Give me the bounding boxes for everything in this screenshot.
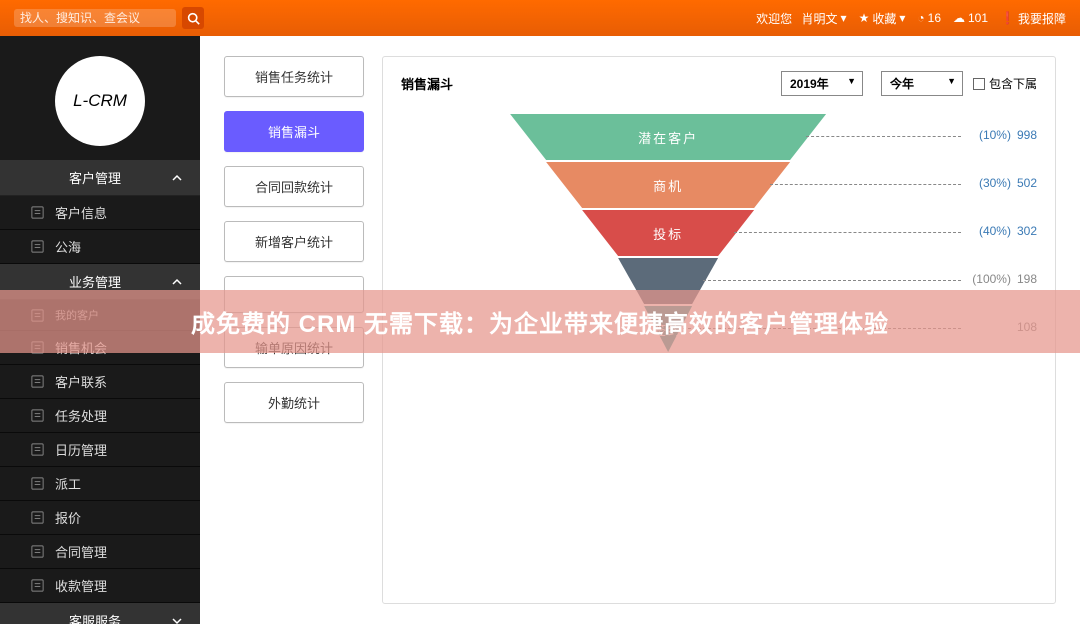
funnel-segment — [618, 258, 718, 304]
nav-item[interactable]: 任务处理 — [0, 399, 200, 433]
doc-icon — [30, 205, 45, 220]
funnel-leader-line — [703, 280, 961, 281]
doc-icon — [30, 340, 45, 355]
stat-button[interactable]: 销售任务统计 — [224, 56, 364, 97]
stat-button[interactable]: 外勤统计 — [224, 382, 364, 423]
funnel-leader-line — [734, 232, 961, 233]
top-bar: 欢迎您 肖明文 ▾ ★ 收藏 ▾ ◔ 16 ☁ 101 ❗ 我要报障 — [0, 0, 1080, 36]
nav-item[interactable]: 日历管理 — [0, 433, 200, 467]
search-button[interactable] — [182, 7, 204, 29]
search-icon — [187, 12, 200, 25]
funnel-segment: 签约 — [644, 306, 692, 352]
nav-group[interactable]: 客服服务 — [0, 603, 200, 624]
funnel-segment: 潜在客户 — [510, 114, 826, 160]
funnel-row: 投标 (40%)302 — [401, 210, 1037, 256]
include-sub-checkbox[interactable]: 包含下属 — [973, 75, 1037, 92]
funnel-value-label: (30%)502 — [979, 176, 1037, 190]
nav-group[interactable]: 业务管理 — [0, 264, 200, 300]
nav-item[interactable]: 收款管理 — [0, 569, 200, 603]
funnel-segment: 商机 — [546, 162, 790, 208]
doc-icon — [30, 544, 45, 559]
doc-icon — [30, 408, 45, 423]
nav-item[interactable]: 公海 — [0, 230, 200, 264]
stat-button[interactable]: 新增客户统计 — [224, 221, 364, 262]
welcome-text: 欢迎您 肖明文 ▾ — [756, 10, 846, 27]
funnel-row: 签约 108 — [401, 306, 1037, 352]
stat-button[interactable] — [224, 276, 364, 313]
chevron-up-icon — [172, 277, 182, 287]
doc-icon — [30, 308, 45, 323]
chevron-down-icon — [172, 616, 182, 624]
funnel-leader-line — [806, 136, 961, 137]
search-wrap — [14, 9, 176, 27]
period-select[interactable]: 今年 — [881, 71, 963, 96]
search-input[interactable] — [20, 11, 170, 25]
doc-icon — [30, 510, 45, 525]
funnel-leader-line — [770, 184, 961, 185]
funnel-leader-line — [678, 328, 961, 329]
funnel-value-label: 108 — [1011, 320, 1037, 334]
stat-button[interactable]: 输单原因统计 — [224, 327, 364, 368]
nav-item[interactable]: 客户联系 — [0, 365, 200, 399]
doc-icon — [30, 476, 45, 491]
nav-group[interactable]: 客户管理 — [0, 160, 200, 196]
doc-icon — [30, 442, 45, 457]
doc-icon — [30, 374, 45, 389]
sidebar: L-CRM 客户管理客户信息公海业务管理我的客户销售机会客户联系任务处理日历管理… — [0, 36, 200, 624]
top-right: 欢迎您 肖明文 ▾ ★ 收藏 ▾ ◔ 16 ☁ 101 ❗ 我要报障 — [756, 10, 1066, 27]
doc-icon — [30, 578, 45, 593]
logo: L-CRM — [55, 56, 145, 146]
chart-header: 销售漏斗 2019年 今年 包含下属 — [401, 71, 1037, 96]
report-link[interactable]: ❗ 我要报障 — [1000, 10, 1066, 27]
funnel-row: 商机 (30%)502 — [401, 162, 1037, 208]
nav-item[interactable]: 客户信息 — [0, 196, 200, 230]
funnel-segment: 投标 — [582, 210, 754, 256]
badge-2[interactable]: ☁ 101 — [953, 11, 988, 25]
favorites-link[interactable]: ★ 收藏 ▾ — [859, 10, 906, 27]
chart-title: 销售漏斗 — [401, 74, 453, 93]
stat-button[interactable]: 销售漏斗 — [224, 111, 364, 152]
funnel-value-label: (40%)302 — [979, 224, 1037, 238]
content-area: 销售任务统计销售漏斗合同回款统计新增客户统计 输单原因统计外勤统计 销售漏斗 2… — [200, 36, 1080, 624]
year-select[interactable]: 2019年 — [781, 71, 863, 96]
funnel-row: 潜在客户 (10%)998 — [401, 114, 1037, 160]
nav-item[interactable]: 我的客户 — [0, 300, 200, 331]
nav-item[interactable]: 销售机会 — [0, 331, 200, 365]
badge-1[interactable]: ◔ 16 — [917, 11, 941, 25]
funnel-value-label: (10%)998 — [979, 128, 1037, 142]
funnel-value-label: (100%)198 — [972, 272, 1037, 286]
stat-button[interactable]: 合同回款统计 — [224, 166, 364, 207]
chevron-up-icon — [172, 173, 182, 183]
funnel-chart: 潜在客户 (10%)998 商机 (30%)502 投标 (40%)302 (100%)19… — [401, 114, 1037, 494]
stat-button-column: 销售任务统计销售漏斗合同回款统计新增客户统计 输单原因统计外勤统计 — [224, 56, 364, 604]
logo-wrap: L-CRM — [0, 36, 200, 160]
nav-item[interactable]: 报价 — [0, 501, 200, 535]
nav-item[interactable]: 合同管理 — [0, 535, 200, 569]
chart-panel: 销售漏斗 2019年 今年 包含下属 潜在客户 (10%)998 商机 (30%)50… — [382, 56, 1056, 604]
nav-item[interactable]: 派工 — [0, 467, 200, 501]
funnel-row: (100%)198 — [401, 258, 1037, 304]
checkbox-icon — [973, 78, 985, 90]
doc-icon — [30, 239, 45, 254]
